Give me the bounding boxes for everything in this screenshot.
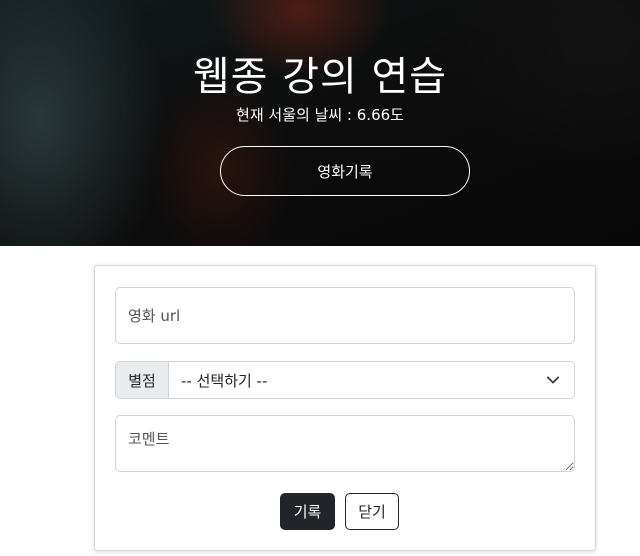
record-form-card: 별점 -- 선택하기 -- 기록 닫기 xyxy=(94,265,596,551)
page-title: 웹종 강의 연습 xyxy=(192,54,448,100)
rating-input-group: 별점 -- 선택하기 -- xyxy=(115,361,575,399)
rating-select-value: -- 선택하기 -- xyxy=(181,371,268,390)
hero-banner: 웹종 강의 연습 현재 서울의 날씨 : 6.66도 영화기록 xyxy=(0,0,640,246)
chevron-down-icon xyxy=(546,376,560,384)
weather-text: 현재 서울의 날씨 : 6.66도 xyxy=(236,106,404,124)
movie-url-input[interactable] xyxy=(115,287,575,344)
close-button[interactable]: 닫기 xyxy=(345,493,399,530)
rating-select[interactable]: -- 선택하기 -- xyxy=(169,362,574,398)
movie-record-button[interactable]: 영화기록 xyxy=(220,146,470,196)
rating-label: 별점 xyxy=(116,362,169,398)
comment-textarea[interactable] xyxy=(115,415,575,472)
submit-record-button[interactable]: 기록 xyxy=(280,493,335,530)
